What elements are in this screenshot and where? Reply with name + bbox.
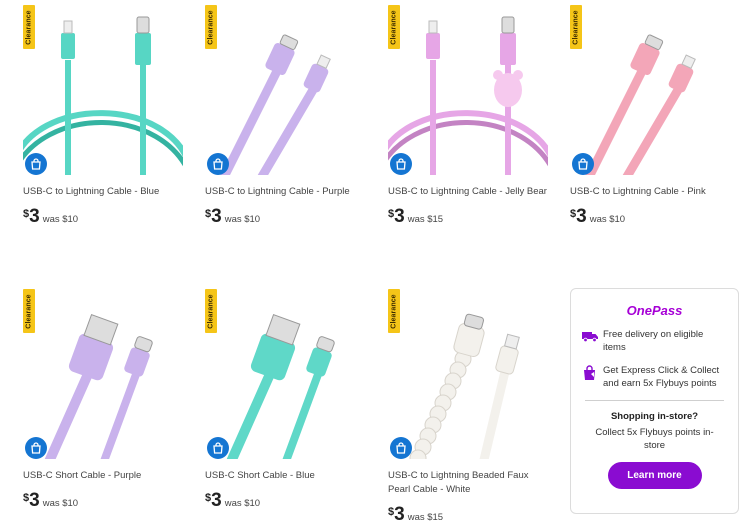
price-row: $ 3 was $10: [23, 207, 183, 227]
onepass-promo-card: OnePass Free delivery on eligible items …: [570, 288, 739, 514]
product-card[interactable]: Clearance USB-C to Lightning Cable - Pur…: [205, 5, 365, 227]
clearance-badge: Clearance: [388, 289, 400, 333]
product-image-cable: [44, 313, 153, 459]
product-image-cable: [409, 313, 520, 459]
price: 3: [394, 206, 405, 227]
shopping-bag-icon[interactable]: [390, 437, 412, 459]
onepass-feature-delivery: Free delivery on eligible items: [571, 328, 738, 354]
instore-text: Collect 5x Flybuys points in-store: [595, 427, 714, 451]
learn-more-button[interactable]: Learn more: [607, 462, 702, 489]
product-name[interactable]: USB-C to Lightning Cable - Purple: [205, 185, 365, 199]
shopping-bag-icon[interactable]: [25, 153, 47, 175]
shopping-bag-icon[interactable]: [25, 437, 47, 459]
product-name[interactable]: USB-C to Lightning Beaded Faux Pearl Cab…: [388, 469, 548, 497]
price-row: $ 3 was $15: [388, 505, 548, 522]
product-image[interactable]: Clearance: [205, 289, 365, 459]
currency-symbol: $: [570, 208, 577, 220]
currency-symbol: $: [388, 506, 395, 518]
currency-symbol: $: [205, 208, 212, 220]
was-price: was $10: [42, 498, 79, 509]
was-price: was $15: [407, 512, 444, 522]
product-image[interactable]: Clearance: [205, 5, 365, 175]
clearance-badge: Clearance: [205, 289, 217, 333]
divider: [585, 400, 724, 401]
onepass-feature-text: Get Express Click & Collect and earn 5x …: [603, 365, 720, 389]
product-image-cable: [388, 16, 548, 175]
shopping-bag-icon[interactable]: [572, 153, 594, 175]
price: 3: [394, 504, 405, 522]
price-row: $ 3 was $10: [23, 491, 183, 511]
clearance-badge: Clearance: [23, 289, 35, 333]
product-name[interactable]: USB-C Short Cable - Purple: [23, 469, 183, 483]
was-price: was $10: [589, 214, 626, 225]
product-image[interactable]: Clearance: [388, 289, 548, 459]
onepass-feature-collect: Get Express Click & Collect and earn 5x …: [571, 364, 738, 390]
product-image-cable: [23, 16, 183, 175]
price: 3: [211, 490, 222, 511]
product-name[interactable]: USB-C to Lightning Cable - Jelly Bear: [388, 185, 548, 199]
price: 3: [211, 206, 222, 227]
shopping-bag-icon[interactable]: [207, 153, 229, 175]
product-image[interactable]: Clearance: [23, 289, 183, 459]
was-price: was $10: [224, 498, 261, 509]
price: 3: [29, 206, 40, 227]
price: 3: [29, 490, 40, 511]
product-card[interactable]: Clearance USB-C Short Cable - Blue $ 3 w…: [205, 289, 365, 511]
product-image[interactable]: Clearance: [388, 5, 548, 175]
price: 3: [576, 206, 587, 227]
clearance-badge: Clearance: [570, 5, 582, 49]
price-row: $ 3 was $15: [388, 207, 548, 227]
currency-symbol: $: [205, 492, 212, 504]
price-row: $ 3 was $10: [205, 491, 365, 511]
product-name[interactable]: USB-C to Lightning Cable - Pink: [570, 185, 730, 199]
clearance-badge: Clearance: [23, 5, 35, 49]
product-card[interactable]: Clearance USB-C to Lightning Cable - Blu…: [23, 5, 183, 227]
clearance-badge: Clearance: [388, 5, 400, 49]
price-row: $ 3 was $10: [205, 207, 365, 227]
was-price: was $10: [224, 214, 261, 225]
product-card[interactable]: Clearance USB-C to Lightning Cable - Pin…: [570, 5, 730, 227]
currency-symbol: $: [388, 208, 395, 220]
currency-symbol: $: [23, 492, 30, 504]
shopping-bag-icon[interactable]: [207, 437, 229, 459]
product-image-cable: [226, 313, 335, 459]
product-card[interactable]: Clearance USB-C Short Cable - Purple $ 3…: [23, 289, 183, 511]
delivery-truck-icon: [582, 332, 598, 343]
product-card[interactable]: Clearance USB-C to Lightning Beaded Faux…: [388, 289, 548, 522]
was-price: was $10: [42, 214, 79, 225]
product-card[interactable]: Clearance USB-C to Lightning Cable - Jel…: [388, 5, 548, 227]
was-price: was $15: [407, 214, 444, 225]
clearance-badge: Clearance: [205, 5, 217, 49]
onepass-feature-text: Free delivery on eligible items: [603, 329, 704, 353]
product-name[interactable]: USB-C to Lightning Cable - Blue: [23, 185, 183, 199]
shopping-bag-icon[interactable]: [390, 153, 412, 175]
product-name[interactable]: USB-C Short Cable - Blue: [205, 469, 365, 483]
product-image-cable: [585, 34, 696, 175]
instore-title: Shopping in-store?: [610, 411, 699, 422]
currency-symbol: $: [23, 208, 30, 220]
product-image[interactable]: Clearance: [23, 5, 183, 175]
click-collect-bag-icon: [584, 365, 595, 380]
price-row: $ 3 was $10: [570, 207, 730, 227]
onepass-logo: OnePass: [626, 303, 683, 318]
product-image[interactable]: Clearance: [570, 5, 730, 175]
product-image-cable: [220, 34, 331, 175]
